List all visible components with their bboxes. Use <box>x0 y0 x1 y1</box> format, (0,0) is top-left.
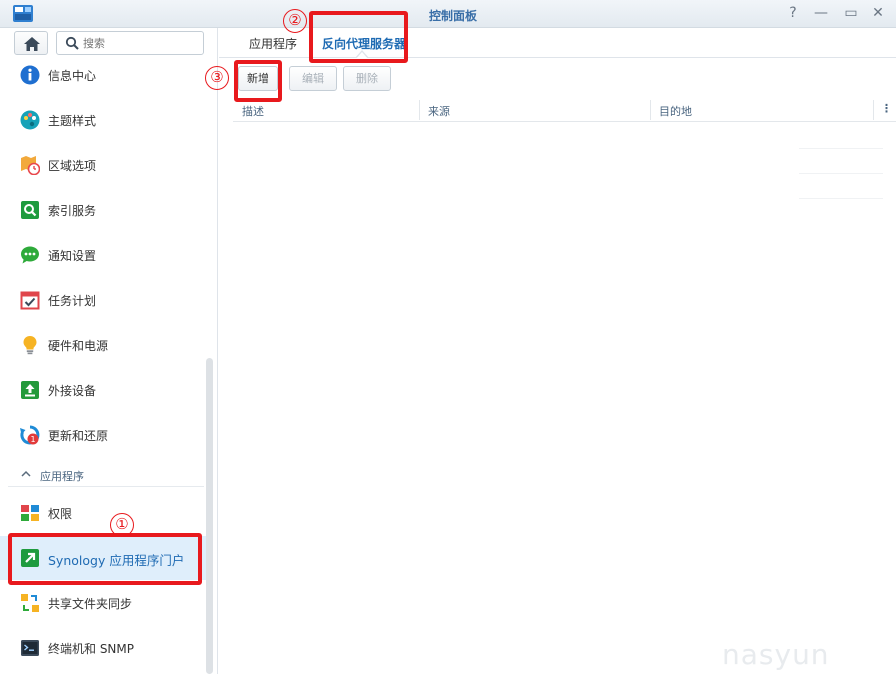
sidebar-item-label: 共享文件夹同步 <box>48 597 133 611</box>
window-title: 控制面板 <box>428 9 477 23</box>
sidebar-item-terminal-snmp[interactable]: 终端机和 SNMP <box>0 626 206 670</box>
sidebar-item-hardware-power[interactable]: 硬件和电源 <box>0 323 206 367</box>
section-divider <box>8 486 204 487</box>
sidebar-item-info-center[interactable]: 信息中心 <box>0 53 206 97</box>
help-button[interactable]: ? <box>786 6 800 20</box>
chevron-up-icon <box>21 470 31 477</box>
delete-button[interactable]: 删除 <box>343 66 391 91</box>
update-badge: 1 <box>30 435 35 444</box>
folder-sync-icon <box>21 594 39 612</box>
step-marker-2: ② <box>283 9 307 33</box>
window-titlebar: 控制面板 ? — ▭ ✕ <box>0 0 896 28</box>
sidebar-item-task-scheduler[interactable]: 任务计划 <box>0 278 206 322</box>
step-marker-3: ③ <box>205 66 229 90</box>
column-separator[interactable] <box>650 100 651 120</box>
sidebar-item-label: 信息中心 <box>48 69 97 83</box>
chat-bubble-icon <box>21 246 39 264</box>
edit-button[interactable]: 编辑 <box>289 66 337 91</box>
permissions-icon <box>21 505 39 521</box>
grid-line <box>799 173 883 174</box>
sidebar-item-shared-folder-sync[interactable]: 共享文件夹同步 <box>0 581 206 625</box>
info-icon <box>20 65 40 85</box>
search-input[interactable] <box>83 34 198 52</box>
column-separator[interactable] <box>873 100 874 120</box>
sidebar-item-indexing[interactable]: 索引服务 <box>0 188 206 232</box>
toolbar: 新增 编辑 删除 <box>219 58 896 96</box>
sidebar-item-label: 通知设置 <box>48 249 97 263</box>
grid-line <box>799 198 883 199</box>
calendar-check-icon <box>20 291 40 310</box>
column-menu-icon[interactable]: ⋮ <box>881 102 892 115</box>
grid-header: 描述 来源 目的地 ⋮ <box>233 98 896 122</box>
minimize-button[interactable]: — <box>814 6 828 20</box>
sidebar-item-label: 终端机和 SNMP <box>48 642 134 656</box>
step-marker-1: ① <box>110 513 134 537</box>
watermark: nasyun <box>722 638 830 671</box>
palette-icon <box>20 110 40 130</box>
section-header-label: 应用程序 <box>40 470 84 483</box>
terminal-icon <box>21 640 39 656</box>
sidebar-item-label: 外接设备 <box>48 384 97 398</box>
sidebar-item-external-devices[interactable]: 外接设备 <box>0 368 206 412</box>
close-button[interactable]: ✕ <box>871 6 885 20</box>
sidebar-item-update-restore[interactable]: 1 更新和还原 <box>0 413 206 457</box>
column-header-description[interactable]: 描述 <box>242 103 264 119</box>
sidebar-item-notification[interactable]: 通知设置 <box>0 233 206 277</box>
lightbulb-icon <box>23 336 37 355</box>
sidebar-item-label: 硬件和电源 <box>48 339 109 353</box>
highlight-application-portal <box>8 533 202 585</box>
sidebar-item-label: 更新和还原 <box>48 429 109 443</box>
section-header-applications[interactable]: 应用程序 <box>0 464 206 486</box>
region-clock-icon <box>21 156 40 175</box>
maximize-button[interactable]: ▭ <box>844 6 858 20</box>
sidebar-item-label: 权限 <box>48 507 73 521</box>
upload-device-icon <box>21 381 39 399</box>
grid-line <box>799 148 883 149</box>
update-restore-icon: 1 <box>20 425 40 445</box>
sidebar-item-label: 索引服务 <box>48 204 97 218</box>
column-separator[interactable] <box>419 100 420 120</box>
sidebar-item-label: 任务计划 <box>48 294 97 308</box>
home-button[interactable] <box>14 31 48 55</box>
sidebar-item-privileges[interactable]: 权限 <box>0 491 206 535</box>
sidebar-item-label: 主题样式 <box>48 114 97 128</box>
highlight-reverse-proxy-tab <box>309 11 408 63</box>
main-panel: 应用程序 反向代理服务器 新增 编辑 删除 描述 来源 目的地 ⋮ <box>219 28 896 674</box>
tab-applications[interactable]: 应用程序 <box>249 35 297 52</box>
highlight-add-button <box>234 60 282 102</box>
sidebar-item-label: 区域选项 <box>48 159 97 173</box>
search-icon <box>65 36 79 50</box>
sidebar-item-theme[interactable]: 主题样式 <box>0 98 206 142</box>
column-header-destination[interactable]: 目的地 <box>659 103 692 119</box>
column-header-source[interactable]: 来源 <box>428 103 450 119</box>
sidebar-item-regional[interactable]: 区域选项 <box>0 143 206 187</box>
search-box[interactable] <box>56 31 204 55</box>
sidebar-scrollbar[interactable] <box>206 358 213 674</box>
index-search-icon <box>21 201 39 219</box>
